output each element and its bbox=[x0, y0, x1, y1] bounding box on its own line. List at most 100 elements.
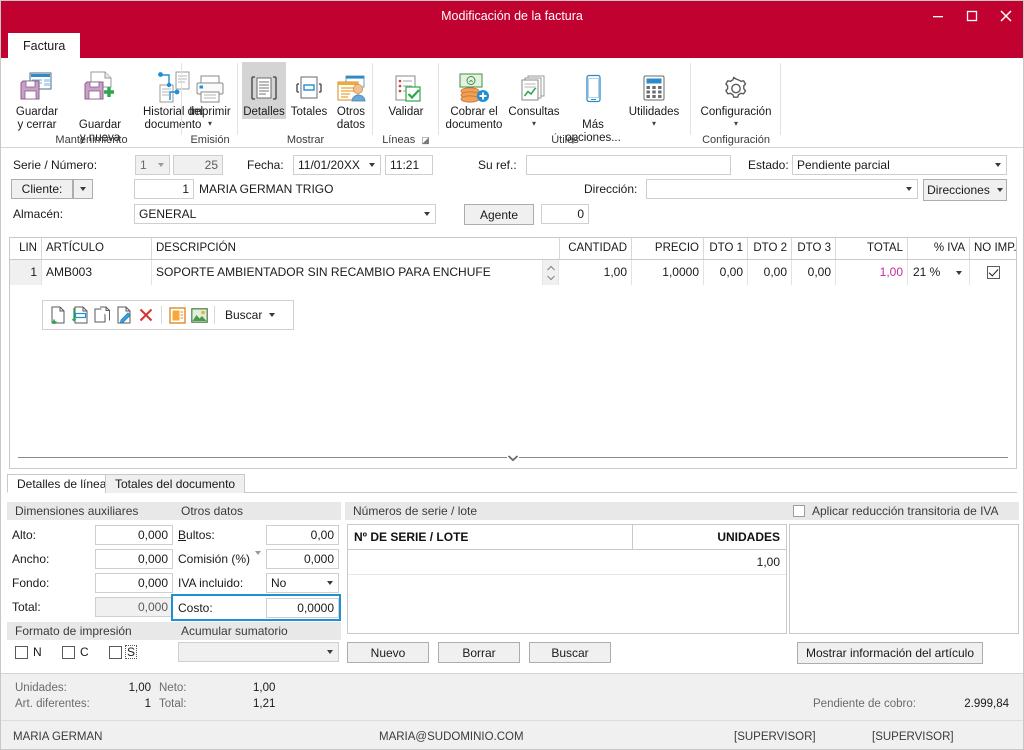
chevron-down-icon[interactable] bbox=[989, 156, 1006, 174]
agente-button[interactable]: Agente bbox=[464, 204, 534, 225]
ribbon-button-validar[interactable]: Validar bbox=[379, 62, 433, 119]
direcciones-button[interactable]: Direcciones bbox=[923, 179, 1007, 201]
tab-factura[interactable]: Factura bbox=[8, 33, 81, 58]
alto-field[interactable]: 0,000 bbox=[95, 525, 173, 545]
cell-articulo[interactable]: AMB003 bbox=[42, 260, 152, 285]
minimize-icon[interactable] bbox=[921, 1, 955, 31]
chevron-down-icon[interactable]: ▾ bbox=[532, 119, 536, 128]
cell-unidades[interactable]: 1,00 bbox=[633, 550, 786, 575]
new-line-icon[interactable] bbox=[47, 303, 69, 327]
chevron-down-icon[interactable]: ▾ bbox=[734, 119, 738, 128]
chevron-down-icon[interactable]: ▾ bbox=[208, 119, 212, 128]
comision-dropdown-icon[interactable] bbox=[255, 551, 261, 569]
col-header-total[interactable]: TOTAL bbox=[836, 238, 908, 259]
hora-field[interactable]: 11:21 bbox=[385, 155, 433, 175]
chevron-down-icon[interactable]: ▾ bbox=[652, 119, 656, 128]
no-imp-checkbox[interactable] bbox=[986, 266, 1000, 279]
cell-serie-lote[interactable] bbox=[348, 550, 633, 575]
chevron-down-icon[interactable] bbox=[952, 260, 966, 285]
chevron-down-icon[interactable] bbox=[152, 156, 169, 174]
cell-precio[interactable]: 1,0000 bbox=[632, 260, 704, 285]
tab-detalles-de-linea[interactable]: Detalles de línea bbox=[7, 474, 117, 493]
tab-totales-del-documento[interactable]: Totales del documento bbox=[105, 474, 246, 493]
copy-line-icon[interactable] bbox=[91, 303, 113, 327]
cell-descripcion[interactable]: SOPORTE AMBIENTADOR SIN RECAMBIO PARA EN… bbox=[152, 260, 543, 285]
maximize-icon[interactable] bbox=[955, 1, 989, 31]
col-header-precio[interactable]: PRECIO bbox=[632, 238, 704, 259]
cliente-button[interactable]: Cliente: bbox=[11, 179, 73, 199]
delete-line-icon[interactable] bbox=[135, 303, 157, 327]
cell-no-imp[interactable] bbox=[970, 260, 1016, 285]
estado-combo[interactable]: Pendiente parcial bbox=[792, 155, 1007, 175]
table-row[interactable]: 1 AMB003 SOPORTE AMBIENTADOR SIN RECAMBI… bbox=[10, 260, 1016, 286]
numero-field[interactable]: 25 bbox=[173, 155, 223, 175]
formato-s-checkbox[interactable] bbox=[109, 645, 122, 659]
almacen-combo[interactable]: GENERAL bbox=[134, 204, 436, 224]
cell-dto2[interactable]: 0,00 bbox=[748, 260, 792, 285]
cell-cantidad[interactable]: 1,00 bbox=[560, 260, 632, 285]
col-header-serie-lote[interactable]: Nº DE SERIE / LOTE bbox=[348, 525, 633, 550]
buscar-dropdown-button[interactable]: Buscar bbox=[219, 303, 281, 327]
agente-field[interactable]: 0 bbox=[541, 204, 589, 224]
borrar-button[interactable]: Borrar bbox=[438, 642, 520, 663]
cliente-dropdown-button[interactable] bbox=[73, 179, 93, 199]
col-header-lin[interactable]: LIN bbox=[10, 238, 42, 259]
ancho-field[interactable]: 0,000 bbox=[95, 549, 173, 569]
reduccion-iva-checkbox[interactable] bbox=[793, 505, 805, 517]
cell-dto3[interactable]: 0,00 bbox=[792, 260, 836, 285]
edit-line-icon[interactable] bbox=[113, 303, 135, 327]
check-n[interactable]: N bbox=[15, 645, 42, 659]
ribbon-button-configuracion[interactable]: Configuración ▾ bbox=[694, 62, 778, 128]
image-icon[interactable] bbox=[188, 303, 210, 327]
col-header-cantidad[interactable]: CANTIDAD bbox=[560, 238, 632, 259]
cliente-code-field[interactable]: 1 bbox=[134, 179, 194, 199]
col-header-dto3[interactable]: DTO 3 bbox=[792, 238, 836, 259]
ribbon-button-guardar-y-cerrar[interactable]: Guardar y cerrar bbox=[7, 62, 67, 132]
col-header-descripcion[interactable]: DESCRIPCIÓN bbox=[152, 238, 560, 259]
iva-incluido-combo[interactable]: No bbox=[266, 573, 339, 593]
direccion-combo[interactable] bbox=[646, 179, 918, 199]
serie-combo[interactable]: 1 bbox=[135, 155, 170, 175]
comision-field[interactable]: 0,000 bbox=[266, 549, 339, 569]
fecha-datepicker[interactable]: 11/01/20XX bbox=[293, 155, 381, 175]
buscar-serie-button[interactable]: Buscar bbox=[529, 642, 611, 663]
cell-iva-combo[interactable]: 21 % bbox=[908, 260, 970, 285]
close-icon[interactable] bbox=[989, 1, 1023, 31]
cell-dto1[interactable]: 0,00 bbox=[704, 260, 748, 285]
ribbon-button-detalles[interactable]: Detalles bbox=[242, 62, 286, 119]
chevron-down-icon[interactable] bbox=[321, 574, 338, 592]
grid-collapse-handle[interactable] bbox=[10, 452, 1016, 464]
col-header-articulo[interactable]: ARTÍCULO bbox=[42, 238, 152, 259]
check-s[interactable]: S bbox=[109, 645, 138, 659]
ribbon-button-totales[interactable]: Totales bbox=[288, 62, 330, 119]
mostrar-informacion-articulo-button[interactable]: Mostrar información del artículo bbox=[797, 642, 983, 664]
col-header-dto1[interactable]: DTO 1 bbox=[704, 238, 748, 259]
col-header-unidades[interactable]: UNIDADES bbox=[633, 525, 786, 550]
costo-field[interactable]: 0,0000 bbox=[266, 598, 339, 618]
col-header-no-imp[interactable]: NO IMP. bbox=[970, 238, 1016, 259]
chevron-down-icon[interactable] bbox=[900, 180, 917, 198]
ribbon-button-consultas[interactable]: Consultas ▾ bbox=[507, 62, 561, 128]
ribbon-button-otros-datos[interactable]: Otros datos bbox=[331, 62, 371, 132]
chevron-down-icon[interactable] bbox=[363, 156, 380, 174]
notes-icon[interactable] bbox=[166, 303, 188, 327]
bultos-field[interactable]: 0,00 bbox=[266, 525, 339, 545]
check-c[interactable]: C bbox=[62, 645, 89, 659]
ribbon-button-imprimir[interactable]: Imprimir ▾ bbox=[185, 62, 235, 128]
chevron-down-icon[interactable] bbox=[418, 205, 435, 223]
formato-n-checkbox[interactable] bbox=[15, 645, 28, 659]
dialog-launcher-icon[interactable]: ◪ bbox=[421, 135, 430, 146]
nuevo-button[interactable]: Nuevo bbox=[347, 642, 429, 663]
col-header-iva[interactable]: % IVA bbox=[908, 238, 970, 259]
fondo-field[interactable]: 0,000 bbox=[95, 573, 173, 593]
chevron-down-icon[interactable] bbox=[321, 643, 338, 661]
formato-c-checkbox[interactable] bbox=[62, 645, 75, 659]
col-header-dto2[interactable]: DTO 2 bbox=[748, 238, 792, 259]
acumular-sumatorio-combo[interactable] bbox=[178, 642, 339, 662]
reduccion-iva-row[interactable]: Aplicar reducción transitoria de IVA bbox=[787, 502, 1019, 520]
ribbon-button-cobrar-documento[interactable]: Cobrar el documento bbox=[443, 62, 505, 132]
su-ref-field[interactable] bbox=[526, 155, 731, 175]
insert-line-icon[interactable] bbox=[69, 303, 91, 327]
descripcion-spinner[interactable] bbox=[543, 260, 559, 285]
ribbon-button-utilidades[interactable]: Utilidades ▾ bbox=[625, 62, 683, 128]
